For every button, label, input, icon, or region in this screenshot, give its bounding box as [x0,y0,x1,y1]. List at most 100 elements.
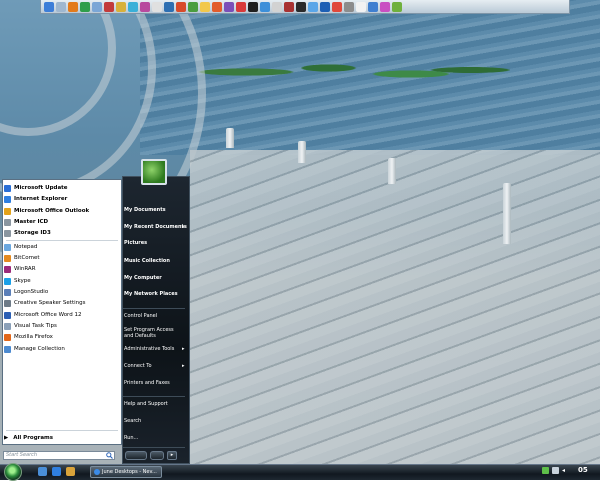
program-item-logonstudio[interactable]: LogonStudio [4,287,48,297]
submenu-arrow-icon: ▸ [182,346,185,352]
toolbar-app-icon[interactable] [260,1,270,12]
toolbar-app-icon[interactable] [92,1,102,12]
program-label: Visual Task Tips [14,323,57,329]
toolbar-app-icon[interactable] [104,1,114,12]
start-search-input[interactable]: Start Search [3,451,115,460]
place-label: Search [124,418,142,424]
clock[interactable]: 05 [578,466,588,474]
toolbar-app-icon[interactable] [164,1,174,12]
toolbar-app-icon[interactable] [188,1,198,12]
toolbar-app-icon[interactable] [248,1,258,12]
internet-explorer-icon[interactable] [52,467,61,476]
toolbar-app-icon[interactable] [236,1,246,12]
place-item-help-and-support[interactable]: Help and Support [124,401,168,407]
program-label: Mozilla Firefox [14,334,53,340]
toolbar-app-icon[interactable] [344,1,354,12]
all-programs-button[interactable]: ▶ All Programs [4,435,53,441]
toolbar-app-icon[interactable] [224,1,234,12]
place-item-my-documents[interactable]: My Documents [124,207,166,213]
lock-button[interactable] [150,451,164,460]
user-picture[interactable] [141,159,167,185]
network-icon[interactable] [542,467,549,474]
toolbar-app-icon[interactable] [80,1,90,12]
program-item-microsoft-office-outlook[interactable]: Microsoft Office Outlook [4,206,89,216]
place-item-my-recent-documents[interactable]: My Recent Documents ▸ [124,224,187,230]
toolbar-app-icon[interactable] [152,1,162,12]
program-label: Notepad [14,244,38,250]
taskbar-window-button[interactable]: June Desktops - Nev... [90,466,162,478]
toolbar-app-icon[interactable] [380,1,390,12]
program-label: Skype [14,278,31,284]
toolbar-app-icon[interactable] [116,1,126,12]
internet-explorer-icon [94,469,100,475]
explorer-icon[interactable] [66,467,75,476]
toolbar-app-icon[interactable] [140,1,150,12]
place-item-control-panel[interactable]: Control Panel [124,313,157,319]
program-label: BitComet [14,255,40,261]
place-label: My Computer [124,275,162,281]
place-item-set-program-access-and-defaults[interactable]: Set Program Access and Defaults [124,327,182,339]
program-item-internet-explorer[interactable]: Internet Explorer [4,194,67,204]
program-item-manage-collection[interactable]: Manage Collection [4,344,65,354]
search-icon[interactable] [106,452,113,459]
internet-explorer-icon [4,195,11,203]
bitcomet-icon [4,254,11,262]
shutdown-options-button[interactable]: ▸ [167,451,177,460]
logonstudio-icon [4,288,11,296]
collection-icon [4,345,11,353]
place-item-connect-to[interactable]: Connect To ▸ [124,363,185,369]
power-button[interactable] [125,451,147,460]
toolbar-app-icon[interactable] [356,1,366,12]
program-item-creative-speaker-settings[interactable]: Creative Speaker Settings [4,298,85,308]
place-label: Help and Support [124,401,168,407]
windows-update-icon [4,184,11,192]
program-item-notepad[interactable]: Notepad [4,242,37,252]
outlook-icon [4,207,11,215]
toolbar-app-icon[interactable] [176,1,186,12]
winrar-icon [4,265,11,273]
place-item-printers-and-faxes[interactable]: Printers and Faxes [124,380,170,386]
toolbar-app-icon[interactable] [332,1,342,12]
toolbar-app-icon[interactable] [296,1,306,12]
program-label: Microsoft Office Outlook [14,208,90,214]
toolbar-app-icon[interactable] [212,1,222,12]
toolbar-app-icon[interactable] [200,1,210,12]
word-icon [4,311,11,319]
toolbar-app-icon[interactable] [308,1,318,12]
toolbar-app-icon[interactable] [368,1,378,12]
toolbar-app-icon[interactable] [68,1,78,12]
place-item-music-collection[interactable]: Music Collection [124,258,170,264]
program-label: Microsoft Office Word 12 [14,312,82,318]
speaker-icon [4,299,11,307]
program-item-bitcomet[interactable]: BitComet [4,253,40,263]
toolbar-app-icon[interactable] [128,1,138,12]
program-item-storage-id3[interactable]: Storage ID3 [4,228,51,238]
toolbar-app-icon[interactable] [272,1,282,12]
program-item-skype[interactable]: Skype [4,276,31,286]
program-label: Internet Explorer [14,196,68,202]
place-label: Pictures [124,240,148,246]
program-item-mozilla-firefox[interactable]: Mozilla Firefox [4,332,53,342]
toolbar-app-icon[interactable] [44,1,54,12]
drive-icon [4,218,11,226]
start-orb-button[interactable] [4,463,22,481]
toolbar-app-icon[interactable] [284,1,294,12]
place-item-administrative-tools[interactable]: Administrative Tools ▸ [124,346,185,352]
toolbar-app-icon[interactable] [392,1,402,12]
volume-icon[interactable] [552,467,559,474]
place-item-pictures[interactable]: Pictures [124,240,147,246]
program-item-winrar[interactable]: WinRAR [4,264,36,274]
place-item-run-[interactable]: Run... [124,435,138,441]
program-item-visual-task-tips[interactable]: Visual Task Tips [4,321,57,331]
toolbar-app-icon[interactable] [56,1,66,12]
tray-arrow-icon[interactable]: ◂ [562,467,565,474]
place-item-my-computer[interactable]: My Computer [124,275,162,281]
program-item-master-icd[interactable]: Master ICD [4,217,48,227]
program-item-microsoft-update[interactable]: Microsoft Update [4,183,68,193]
place-item-search[interactable]: Search [124,418,141,424]
toolbar-app-icon[interactable] [320,1,330,12]
place-item-my-network-places[interactable]: My Network Places [124,291,178,297]
show-desktop-icon[interactable] [38,467,47,476]
task-tips-icon [4,322,11,330]
program-item-microsoft-office-word-12[interactable]: Microsoft Office Word 12 [4,310,81,320]
